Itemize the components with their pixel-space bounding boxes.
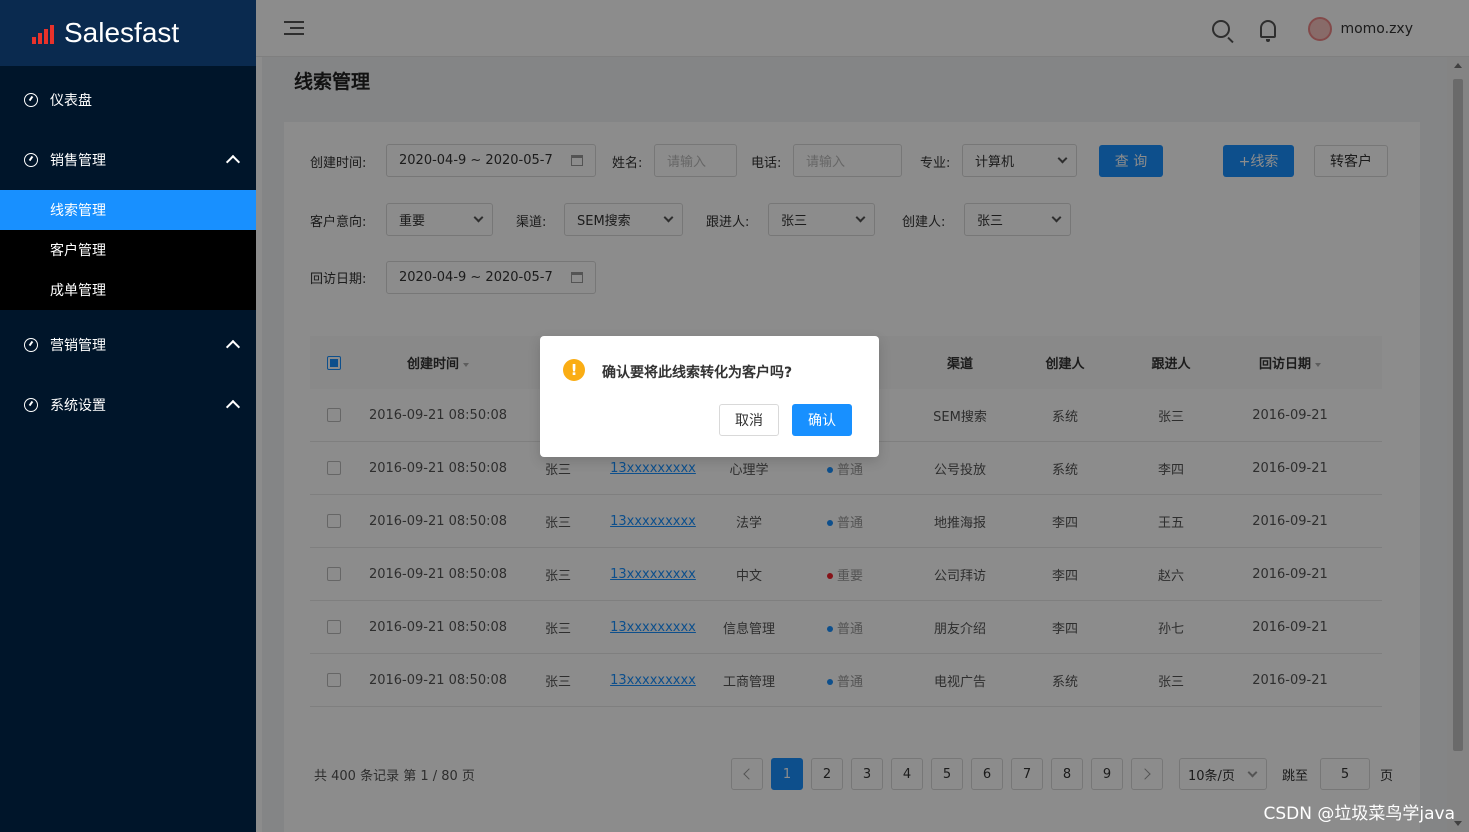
menu-dashboard[interactable]: 仪表盘 (0, 70, 256, 130)
chevron-up-icon (225, 339, 241, 355)
sidebar: Salesfast 仪表盘 销售管理 线索管理 客户管理 成单管理 营销管理 系… (0, 0, 256, 832)
watermark: CSDN @垃圾菜鸟学java (1263, 804, 1456, 824)
cancel-button[interactable]: 取消 (719, 404, 779, 436)
logo-bars-icon (30, 18, 56, 48)
dashboard-icon (24, 153, 38, 167)
menu-label: 营销管理 (50, 338, 106, 354)
menu-label: 仪表盘 (50, 93, 92, 109)
dashboard-icon (24, 93, 38, 107)
menu-label: 销售管理 (50, 153, 106, 169)
chevron-up-icon (225, 154, 241, 170)
menu-marketing[interactable]: 营销管理 (0, 315, 256, 375)
sidebar-item-leads[interactable]: 线索管理 (0, 190, 256, 230)
menu-label: 系统设置 (50, 398, 106, 414)
confirm-message: 确认要将此线索转化为客户吗? (602, 365, 793, 381)
sidebar-item-orders[interactable]: 成单管理 (0, 270, 256, 310)
confirm-dialog: ! 确认要将此线索转化为客户吗? 取消 确认 (540, 336, 879, 457)
brand-name: Salesfast (64, 17, 180, 48)
chevron-up-icon (225, 399, 241, 415)
sidebar-item-customers[interactable]: 客户管理 (0, 230, 256, 270)
dashboard-icon (24, 398, 38, 412)
warning-icon: ! (563, 359, 585, 381)
confirm-button[interactable]: 确认 (792, 404, 852, 436)
menu-sales[interactable]: 销售管理 (0, 130, 256, 190)
menu-settings[interactable]: 系统设置 (0, 375, 256, 435)
brand-logo[interactable]: Salesfast (0, 0, 256, 66)
sales-submenu: 线索管理 客户管理 成单管理 (0, 190, 256, 310)
dashboard-icon (24, 338, 38, 352)
